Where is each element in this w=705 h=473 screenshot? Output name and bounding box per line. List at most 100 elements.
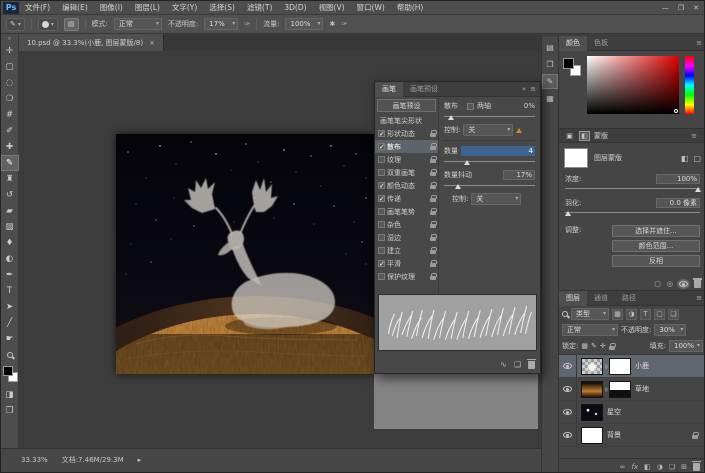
layer-row-deer[interactable]: ∞ 小鹿 xyxy=(559,355,705,378)
option-smoothing[interactable]: 平滑 xyxy=(375,257,438,270)
menu-3d[interactable]: 3D(D) xyxy=(278,1,312,15)
feather-slider[interactable] xyxy=(565,209,700,217)
stroke-preview-toggle-icon[interactable]: ∿ xyxy=(500,360,507,369)
checkbox[interactable] xyxy=(378,130,385,137)
checkbox[interactable] xyxy=(378,169,385,176)
layer-thumbnail[interactable] xyxy=(581,381,603,398)
option-protect-texture[interactable]: 保护纹理 xyxy=(375,270,438,283)
invert-button[interactable]: 反相 xyxy=(612,255,700,267)
checkbox[interactable] xyxy=(378,247,385,254)
menu-help[interactable]: 帮助(H) xyxy=(391,1,430,15)
blend-mode-select[interactable]: 正常 xyxy=(114,18,162,30)
density-slider[interactable] xyxy=(565,185,700,193)
layer-name[interactable]: 背景 xyxy=(607,430,621,440)
link-layers-icon[interactable]: ∞ xyxy=(620,463,626,471)
scatter-value[interactable]: 0% xyxy=(524,102,535,110)
menu-view[interactable]: 视图(V) xyxy=(313,1,351,15)
hue-slider[interactable] xyxy=(685,56,694,114)
control-select[interactable]: 关 xyxy=(463,124,513,136)
lock-icon[interactable] xyxy=(430,159,436,163)
filter-type-icon[interactable]: T xyxy=(640,309,651,320)
document-white-region[interactable] xyxy=(374,374,538,429)
add-layer-mask-icon[interactable]: ◧ xyxy=(681,154,689,163)
collapsed-panel-2-icon[interactable]: ❐ xyxy=(542,57,558,72)
option-build-up[interactable]: 建立 xyxy=(375,244,438,257)
brush-tip-shape-item[interactable]: 画笔笔尖形状 xyxy=(375,114,438,127)
layer-thumbnail[interactable] xyxy=(581,427,603,444)
path-selection-tool[interactable]: ➤ xyxy=(1,299,19,315)
layer-blend-mode-select[interactable]: 正常 xyxy=(562,324,618,336)
layer-mask-mode-icon[interactable]: ◧ xyxy=(579,131,590,141)
add-vector-mask-icon[interactable]: ▢ xyxy=(693,154,701,163)
menu-filter[interactable]: 滤镜(T) xyxy=(241,1,278,15)
delete-mask-icon[interactable] xyxy=(694,280,701,288)
layer-mask-thumbnail[interactable] xyxy=(609,381,631,398)
menu-file[interactable]: 文件(F) xyxy=(19,1,56,15)
adjustment-layer-icon[interactable]: ◑ xyxy=(657,463,663,471)
control2-select[interactable]: 关 xyxy=(471,193,521,205)
lock-position-icon[interactable]: ✛ xyxy=(600,342,606,350)
canvas-image[interactable] xyxy=(116,134,374,374)
layer-row-sky[interactable]: 星空 xyxy=(559,401,705,424)
layer-thumbnail[interactable] xyxy=(581,404,603,421)
foreground-color-chip[interactable] xyxy=(563,58,574,69)
visibility-toggle[interactable] xyxy=(559,401,577,424)
filter-shape-icon[interactable]: ▢ xyxy=(654,309,665,320)
brush-preset-picker[interactable]: ▾ xyxy=(38,18,58,31)
lock-icon[interactable] xyxy=(430,263,436,267)
checkbox[interactable] xyxy=(378,182,385,189)
lock-icon[interactable] xyxy=(430,185,436,189)
checkbox[interactable] xyxy=(378,260,385,267)
lock-icon[interactable] xyxy=(430,133,436,137)
checkbox[interactable] xyxy=(378,143,385,150)
apply-mask-icon[interactable]: ◎ xyxy=(667,280,673,288)
menu-layer[interactable]: 图层(L) xyxy=(129,1,166,15)
collapsed-panel-1-icon[interactable]: ▤ xyxy=(542,40,558,55)
mask-enabled-eye-icon[interactable] xyxy=(679,281,688,287)
screen-mode-button[interactable]: ❐ xyxy=(1,403,19,419)
count-jitter-slider[interactable] xyxy=(444,182,535,190)
menu-edit[interactable]: 编辑(E) xyxy=(56,1,94,15)
mask-link-icon[interactable]: ∞ xyxy=(603,363,610,369)
quick-mask-button[interactable]: ◨ xyxy=(1,387,19,403)
collapsed-panel-4-icon[interactable]: ▦ xyxy=(542,91,558,106)
filter-type-select[interactable]: 类型 xyxy=(571,308,609,320)
pen-pressure-size-icon[interactable]: ✑ xyxy=(341,20,347,28)
panel-menu-icon[interactable]: ≡ xyxy=(691,132,697,140)
layer-row-grass[interactable]: ∞ 草地 xyxy=(559,378,705,401)
menu-window[interactable]: 窗口(W) xyxy=(351,1,391,15)
eraser-tool[interactable]: ▰ xyxy=(1,203,19,219)
shape-tool[interactable]: ╱ xyxy=(1,315,19,331)
option-shape-dynamics[interactable]: 形状动态 xyxy=(375,127,438,140)
zoom-tool[interactable] xyxy=(1,347,19,363)
tab-brush[interactable]: 画笔 xyxy=(375,82,403,97)
filter-smart-object-icon[interactable]: ❏ xyxy=(668,309,679,320)
layer-style-icon[interactable]: fx xyxy=(632,463,639,471)
add-mask-icon[interactable]: ◧ xyxy=(644,463,651,471)
fill-select[interactable]: 100% xyxy=(669,340,703,352)
count-jitter-value[interactable]: 17% xyxy=(503,170,535,180)
layer-name[interactable]: 小鹿 xyxy=(635,361,649,371)
crop-tool[interactable]: # xyxy=(1,107,19,123)
count-value-field[interactable]: 4 xyxy=(461,146,535,156)
panel-menu-icon[interactable]: ≡ xyxy=(530,85,536,93)
option-texture[interactable]: 纹理 xyxy=(375,153,438,166)
saturation-brightness-field[interactable] xyxy=(587,56,679,114)
close-button[interactable]: ✕ xyxy=(693,4,699,12)
layer-row-background[interactable]: 背景 xyxy=(559,424,705,447)
lock-transparency-icon[interactable]: ▦ xyxy=(581,342,588,350)
airbrush-icon[interactable]: ✱ xyxy=(329,20,335,28)
clone-stamp-tool[interactable]: ♜ xyxy=(1,171,19,187)
panel-menu-icon[interactable]: ≡ xyxy=(696,294,702,302)
tab-layers[interactable]: 图层 xyxy=(559,291,587,306)
dodge-tool[interactable]: ◐ xyxy=(1,251,19,267)
density-value[interactable]: 100% xyxy=(656,174,700,184)
collapse-icon[interactable]: « xyxy=(522,85,526,93)
toolbar-grip[interactable]: » xyxy=(8,34,12,43)
pixel-mask-icon[interactable]: ▣ xyxy=(564,131,575,141)
lock-icon[interactable] xyxy=(430,276,436,280)
lock-icon[interactable] xyxy=(430,172,436,176)
blur-tool[interactable]: ♦ xyxy=(1,235,19,251)
zoom-level[interactable]: 33.33% xyxy=(21,456,48,464)
tab-channels[interactable]: 通道 xyxy=(587,291,615,306)
